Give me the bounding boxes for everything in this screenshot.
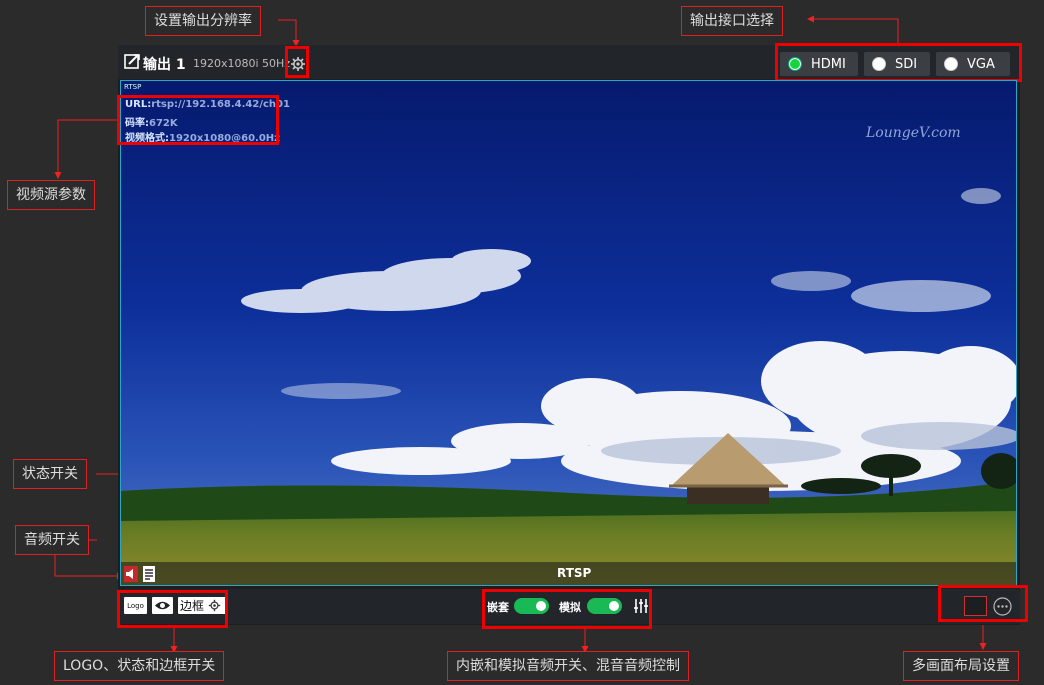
- callout-audio-controls: 内嵌和模拟音频开关、混音音频控制: [447, 651, 689, 681]
- callout-source-params: 视频源参数: [7, 180, 95, 210]
- callout-audio-switch: 音频开关: [15, 525, 89, 555]
- callout-layout-settings: 多画面布局设置: [903, 651, 1019, 681]
- output-title: 输出 1: [143, 57, 186, 73]
- callout-status-switch: 状态开关: [13, 459, 87, 489]
- highlight-resolution-gear: [285, 46, 309, 78]
- speaker-icon[interactable]: [124, 566, 138, 582]
- highlight-interface-selector: [775, 43, 1022, 82]
- video-preview[interactable]: [120, 80, 1017, 586]
- source-name-label: RTSP: [557, 566, 592, 580]
- source-type-tag: RTSP: [124, 83, 142, 91]
- list-icon[interactable]: [143, 566, 155, 582]
- output-resolution: 1920x1080i 50Hz: [193, 57, 291, 70]
- video-watermark: LoungeV.com: [866, 125, 961, 141]
- highlight-layout-settings: [938, 585, 1028, 622]
- highlight-logo-status-border: [117, 590, 228, 628]
- callout-logo-status-border: LOGO、状态和边框开关: [54, 651, 225, 681]
- callout-set-resolution: 设置输出分辨率: [145, 6, 261, 36]
- highlight-audio-controls: [482, 589, 652, 629]
- edit-icon[interactable]: [124, 53, 140, 69]
- highlight-source-params: [117, 95, 279, 145]
- callout-select-interface: 输出接口选择: [681, 6, 783, 36]
- video-frame: [121, 81, 1016, 585]
